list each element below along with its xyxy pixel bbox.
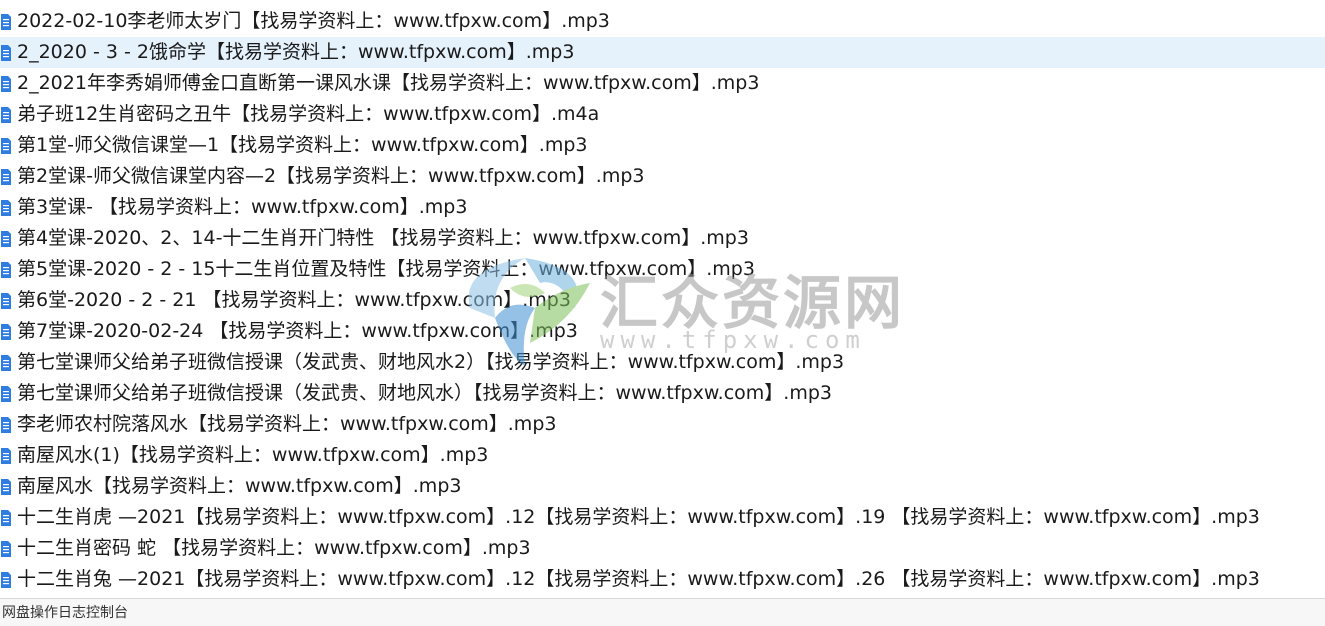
file-name: 南屋风水【找易学资料上：www.tfpxw.com】.mp3 (17, 475, 462, 497)
file-name: 第3堂课- 【找易学资料上：www.tfpxw.com】.mp3 (17, 196, 468, 218)
file-row[interactable]: 十二生肖兔 —2021【找易学资料上：www.tfpxw.com】.12【找易学… (0, 564, 1325, 595)
file-name: 2022-02-10李老师太岁门【找易学资料上：www.tfpxw.com】.m… (17, 10, 610, 32)
file-name: 第4堂课-2020、2、14-十二生肖开门特性 【找易学资料上：www.tfpx… (17, 227, 749, 249)
console-tab[interactable]: 网盘操作日志控制台 (0, 602, 134, 624)
file-row[interactable]: 第6堂-2020 - 2 - 21 【找易学资料上：www.tfpxw.com】… (0, 285, 1325, 316)
document-file-icon (1, 13, 11, 30)
file-row[interactable]: 第4堂课-2020、2、14-十二生肖开门特性 【找易学资料上：www.tfpx… (0, 223, 1325, 254)
file-row[interactable]: 第七堂课师父给弟子班微信授课（发武贵、财地风水）【找易学资料上：www.tfpx… (0, 378, 1325, 409)
file-row[interactable]: 第5堂课-2020 - 2 - 15十二生肖位置及特性【找易学资料上：www.t… (0, 254, 1325, 285)
file-name: 第5堂课-2020 - 2 - 15十二生肖位置及特性【找易学资料上：www.t… (17, 258, 755, 280)
document-file-icon (1, 354, 11, 371)
file-name: 第七堂课师父给弟子班微信授课（发武贵、财地风水2）【找易学资料上：www.tfp… (17, 351, 845, 373)
document-file-icon (1, 199, 11, 216)
document-file-icon (1, 44, 11, 61)
document-file-icon (1, 261, 11, 278)
document-file-icon (1, 540, 11, 557)
file-row[interactable]: 第2堂课-师父微信课堂内容—2【找易学资料上：www.tfpxw.com】.mp… (0, 161, 1325, 192)
file-row[interactable]: 2022-02-10李老师太岁门【找易学资料上：www.tfpxw.com】.m… (0, 6, 1325, 37)
file-row[interactable]: 2_2021年李秀娟师傅金口直断第一课风水课【找易学资料上：www.tfpxw.… (0, 68, 1325, 99)
document-file-icon (1, 230, 11, 247)
document-file-icon (1, 478, 11, 495)
file-name: 南屋风水(1)【找易学资料上：www.tfpxw.com】.mp3 (17, 444, 489, 466)
file-row[interactable]: 第1堂-师父微信课堂—1【找易学资料上：www.tfpxw.com】.mp3 (0, 130, 1325, 161)
file-list: 2022-02-10李老师太岁门【找易学资料上：www.tfpxw.com】.m… (0, 6, 1325, 595)
document-file-icon (1, 75, 11, 92)
document-file-icon (1, 137, 11, 154)
document-file-icon (1, 385, 11, 402)
file-row[interactable]: 李老师农村院落风水【找易学资料上：www.tfpxw.com】.mp3 (0, 409, 1325, 440)
file-name: 十二生肖虎 —2021【找易学资料上：www.tfpxw.com】.12【找易学… (17, 506, 1260, 528)
file-row[interactable]: 十二生肖密码 蛇 【找易学资料上：www.tfpxw.com】.mp3 (0, 533, 1325, 564)
status-bar: 网盘操作日志控制台 (0, 598, 1325, 626)
file-name: 第1堂-师父微信课堂—1【找易学资料上：www.tfpxw.com】.mp3 (17, 134, 588, 156)
document-file-icon (1, 416, 11, 433)
file-row[interactable]: 2_2020 - 3 - 2饿命学【找易学资料上：www.tfpxw.com】.… (0, 37, 1325, 68)
file-row[interactable]: 十二生肖虎 —2021【找易学资料上：www.tfpxw.com】.12【找易学… (0, 502, 1325, 533)
file-name: 弟子班12生肖密码之丑牛【找易学资料上：www.tfpxw.com】.m4a (17, 103, 600, 125)
document-file-icon (1, 509, 11, 526)
file-row[interactable]: 第3堂课- 【找易学资料上：www.tfpxw.com】.mp3 (0, 192, 1325, 223)
file-name: 第6堂-2020 - 2 - 21 【找易学资料上：www.tfpxw.com】… (17, 289, 571, 311)
file-name: 2_2020 - 3 - 2饿命学【找易学资料上：www.tfpxw.com】.… (17, 41, 575, 63)
file-name: 十二生肖密码 蛇 【找易学资料上：www.tfpxw.com】.mp3 (17, 537, 531, 559)
file-name: 第7堂课-2020-02-24 【找易学资料上：www.tfpxw.com】.m… (17, 320, 578, 342)
file-name: 2_2021年李秀娟师傅金口直断第一课风水课【找易学资料上：www.tfpxw.… (17, 72, 760, 94)
document-file-icon (1, 571, 11, 588)
file-row[interactable]: 弟子班12生肖密码之丑牛【找易学资料上：www.tfpxw.com】.m4a (0, 99, 1325, 130)
document-file-icon (1, 292, 11, 309)
file-name: 第七堂课师父给弟子班微信授课（发武贵、财地风水）【找易学资料上：www.tfpx… (17, 382, 832, 404)
file-name: 李老师农村院落风水【找易学资料上：www.tfpxw.com】.mp3 (17, 413, 557, 435)
file-row[interactable]: 第7堂课-2020-02-24 【找易学资料上：www.tfpxw.com】.m… (0, 316, 1325, 347)
file-row[interactable]: 南屋风水(1)【找易学资料上：www.tfpxw.com】.mp3 (0, 440, 1325, 471)
file-name: 十二生肖兔 —2021【找易学资料上：www.tfpxw.com】.12【找易学… (17, 568, 1260, 590)
file-name: 第2堂课-师父微信课堂内容—2【找易学资料上：www.tfpxw.com】.mp… (17, 165, 645, 187)
document-file-icon (1, 447, 11, 464)
document-file-icon (1, 323, 11, 340)
document-file-icon (1, 106, 11, 123)
file-row[interactable]: 南屋风水【找易学资料上：www.tfpxw.com】.mp3 (0, 471, 1325, 502)
document-file-icon (1, 168, 11, 185)
file-row[interactable]: 第七堂课师父给弟子班微信授课（发武贵、财地风水2）【找易学资料上：www.tfp… (0, 347, 1325, 378)
